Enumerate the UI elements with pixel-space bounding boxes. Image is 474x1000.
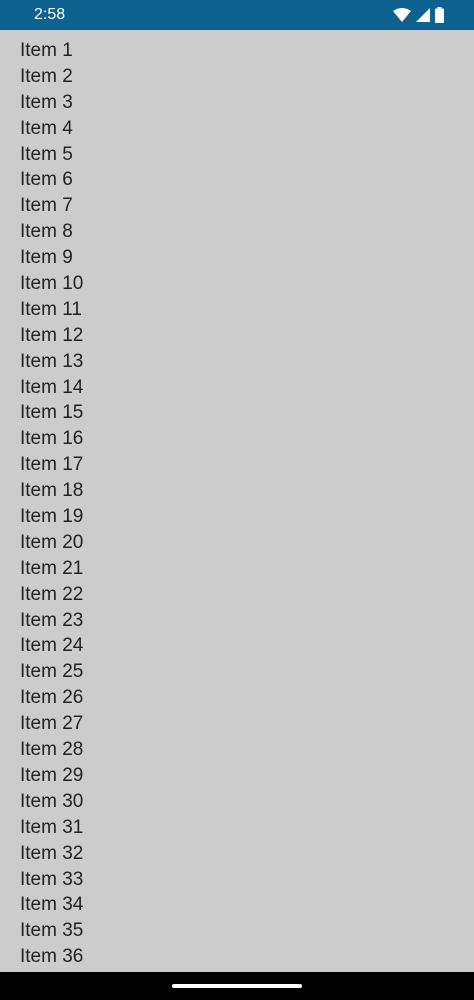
navigation-bar <box>0 972 474 1000</box>
wifi-icon <box>393 8 411 22</box>
item-list[interactable]: Item 1 Item 2 Item 3 Item 4 Item 5 Item 6 Item… <box>0 38 474 972</box>
list-item[interactable]: Item 3 <box>0 90 474 116</box>
list-item[interactable]: Item 13 <box>0 349 474 375</box>
list-item[interactable]: Item 28 <box>0 737 474 763</box>
list-item[interactable]: Item 19 <box>0 504 474 530</box>
list-item[interactable]: Item 26 <box>0 685 474 711</box>
list-item[interactable]: Item 36 <box>0 944 474 970</box>
status-time: 2:58 <box>34 6 66 23</box>
list-item[interactable]: Item 18 <box>0 478 474 504</box>
list-item[interactable]: Item 12 <box>0 323 474 349</box>
cell-signal-icon <box>416 8 430 22</box>
phone-screen: 2:58 Item 1 Item 2 Item 3 Item 4 Item 5 Item … <box>0 0 474 1000</box>
home-handle-icon[interactable] <box>172 984 302 988</box>
list-item[interactable]: Item 27 <box>0 711 474 737</box>
list-item[interactable]: Item 8 <box>0 219 474 245</box>
list-item[interactable]: Item 2 <box>0 64 474 90</box>
list-item[interactable]: Item 23 <box>0 608 474 634</box>
list-item[interactable]: Item 10 <box>0 271 474 297</box>
list-item[interactable]: Item 35 <box>0 918 474 944</box>
status-bar: 2:58 <box>0 0 474 30</box>
list-item[interactable]: Item 34 <box>0 892 474 918</box>
list-item[interactable]: Item 17 <box>0 452 474 478</box>
list-item[interactable]: Item 4 <box>0 116 474 142</box>
list-item[interactable]: Item 21 <box>0 556 474 582</box>
list-item[interactable]: Item 9 <box>0 245 474 271</box>
list-item[interactable]: Item 7 <box>0 193 474 219</box>
list-item[interactable]: Item 5 <box>0 142 474 168</box>
list-item[interactable]: Item 14 <box>0 375 474 401</box>
list-item[interactable]: Item 25 <box>0 659 474 685</box>
list-item[interactable]: Item 29 <box>0 763 474 789</box>
list-item[interactable]: Item 15 <box>0 400 474 426</box>
list-item[interactable]: Item 20 <box>0 530 474 556</box>
battery-icon <box>435 7 444 23</box>
list-item[interactable]: Item 32 <box>0 841 474 867</box>
list-item[interactable]: Item 1 <box>0 38 474 64</box>
list-item[interactable]: Item 16 <box>0 426 474 452</box>
status-icons <box>393 6 444 24</box>
list-item[interactable]: Item 11 <box>0 297 474 323</box>
list-item[interactable]: Item 33 <box>0 867 474 893</box>
list-item[interactable]: Item 30 <box>0 789 474 815</box>
list-item[interactable]: Item 31 <box>0 815 474 841</box>
list-item[interactable]: Item 22 <box>0 582 474 608</box>
list-item[interactable]: Item 24 <box>0 633 474 659</box>
list-item[interactable]: Item 6 <box>0 167 474 193</box>
